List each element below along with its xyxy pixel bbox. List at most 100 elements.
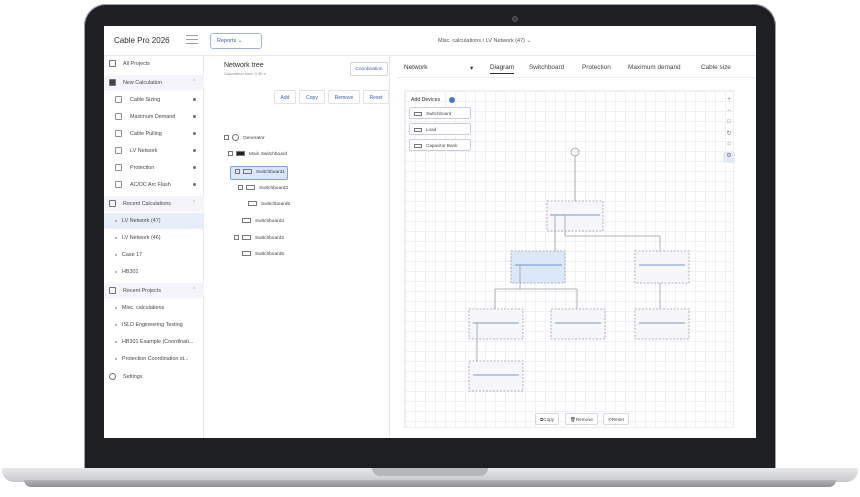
network-select[interactable]: Network ▾ [404,64,478,72]
breadcrumb[interactable]: Misc. calculations / LV Network (47) ⌄ [438,38,531,44]
switchboard4-block[interactable] [550,308,606,340]
tree-node-label: Switchboard6 [255,251,285,257]
tab-diagram[interactable]: Diagram [490,64,515,74]
demand-icon [115,113,122,120]
recent-calc-label: HB301 [122,269,139,275]
tree-node-selected[interactable]: Switchboard1 [230,166,288,180]
collapse-icon[interactable] [224,135,229,140]
sidebar-item-label: Maximum Demand [130,114,176,120]
recent-calc-label: LV Network (46) [122,235,161,241]
chevron-down-icon: ▾ [470,65,474,72]
sidebar-item-protection[interactable]: Protection [104,160,204,176]
copy-button[interactable]: Copy [299,90,325,104]
sidebar-section-recent-calculations[interactable]: Recent Calculations ⌃ [104,196,204,212]
collapse-icon[interactable] [238,185,243,190]
add-button[interactable]: Add [274,90,296,104]
diagram-reset-button[interactable]: ⟲Reset [603,413,629,425]
collapse-icon[interactable] [228,151,233,156]
sidebar-item-cable-sizing[interactable]: Cable Sizing [104,92,204,108]
sidebar-section-label: Recent Calculations [123,201,171,207]
tree-node[interactable]: Switchboard2 [234,235,284,247]
bullet-icon [115,324,117,326]
tree-node[interactable]: Switchboard4 [242,218,284,230]
remove-button[interactable]: Remove [328,90,360,104]
switchboard-icon [248,201,257,206]
recent-project-item[interactable]: ISLD Engineering Testing [104,317,204,333]
chevron-up-icon: ⌃ [192,79,197,85]
bullet-icon [115,220,117,222]
calculation-time: Calculation time: 0.38 s [224,71,266,76]
recent-calc-item[interactable]: LV Network (47) [104,213,204,229]
tree-node-label: Switchboard4 [255,218,285,224]
sidebar: All Projects New Calculation ⌃ Cable Siz… [104,56,204,438]
add-dot-icon[interactable] [193,115,196,118]
sidebar-item-arc-flash[interactable]: AC/DC Arc Flash [104,177,204,193]
sidebar-item-lv-network[interactable]: LV Network [104,143,204,159]
sidebar-section-new-calculation[interactable]: New Calculation ⌃ [104,75,204,91]
sidebar-item-cable-pulling[interactable]: Cable Pulling [104,126,204,142]
transformer-icon [236,151,245,156]
tab-cable-size[interactable]: Cable size [701,64,731,71]
bullet-icon [115,271,117,273]
switchboard2-block[interactable] [634,250,690,284]
recent-project-item[interactable]: Misc. calculations [104,300,204,316]
tree-node[interactable]: Switchboard5 [248,201,290,213]
sidebar-item-maximum-demand[interactable]: Maximum Demand [104,109,204,125]
add-dot-icon[interactable] [193,183,196,186]
diagram-canvas[interactable]: Add Devices Switchboard Load Capacitor B… [404,90,735,428]
tree-node[interactable]: Main Switchboard [228,151,287,163]
top-bar: Cable Pro 2026 Reports ⌄ Misc. calculati… [104,26,756,56]
tab-maximum-demand[interactable]: Maximum demand [628,64,681,71]
recent-project-item[interactable]: HB301 Example (Coordinati... [104,334,204,350]
menu-icon[interactable] [186,35,198,45]
laptop-notch [372,468,488,476]
diagram-remove-button[interactable]: 🗑Remove [565,413,598,425]
sidebar-item-all-projects[interactable]: All Projects [104,56,204,72]
recent-calc-item[interactable]: LV Network (46) [104,230,204,246]
bullet-icon [115,307,117,309]
add-dot-icon[interactable] [193,166,196,169]
tree-node[interactable]: Switchboard6 [242,251,284,263]
collapse-icon[interactable] [234,235,239,240]
add-dot-icon[interactable] [193,132,196,135]
reset-button[interactable]: Reset [363,90,389,104]
grid-icon [109,60,116,67]
coordination-button[interactable]: Coordination [350,62,388,76]
tree-node-label: Switchboard5 [261,201,291,207]
folder-icon [109,287,116,294]
diagram-copy-button[interactable]: ⧉Copy [535,413,560,425]
tab-switchboard[interactable]: Switchboard [529,64,564,71]
switchboard-icon [246,185,255,190]
sidebar-section-recent-projects[interactable]: Recent Projects ⌃ [104,283,204,299]
tree-node-label: Switchboard2 [255,235,285,241]
add-dot-icon[interactable] [193,98,196,101]
tree-node[interactable]: Switchboard3 [238,185,288,197]
sidebar-section-label: New Calculation [123,80,162,86]
sidebar-item-label: Protection [130,165,155,171]
recent-project-item[interactable]: Protection Coordination st... [104,351,204,367]
reports-button[interactable]: Reports ⌄ [210,33,262,49]
laptop-base-bottom [24,480,836,487]
main-switchboard-block[interactable] [546,200,604,232]
switchboard6-block[interactable] [634,308,690,340]
add-dot-icon[interactable] [193,149,196,152]
network-tree-title: Network tree [224,62,264,69]
generator-icon [232,134,239,141]
plus-square-icon [109,79,116,86]
tab-protection[interactable]: Protection [582,64,611,71]
chevron-up-icon: ⌃ [192,200,197,206]
diagram-action-label: Remove [575,417,593,422]
tree-node[interactable]: Generator [224,134,265,146]
collapse-icon[interactable] [235,169,240,174]
generator-node[interactable] [570,147,580,157]
sidebar-item-label: LV Network [130,148,158,154]
switchboard5-block[interactable] [468,360,524,392]
network-tree-panel: Network tree Calculation time: 0.38 s Co… [216,56,390,438]
bullet-icon [115,237,117,239]
sidebar-item-settings[interactable]: Settings [104,369,204,385]
switchboard1-block[interactable] [510,250,566,284]
recent-calc-item[interactable]: Case 17 [104,247,204,263]
recent-calc-label: LV Network (47) [122,218,161,224]
recent-calc-item[interactable]: HB301 [104,264,204,280]
sidebar-section-label: Recent Projects [123,288,162,294]
